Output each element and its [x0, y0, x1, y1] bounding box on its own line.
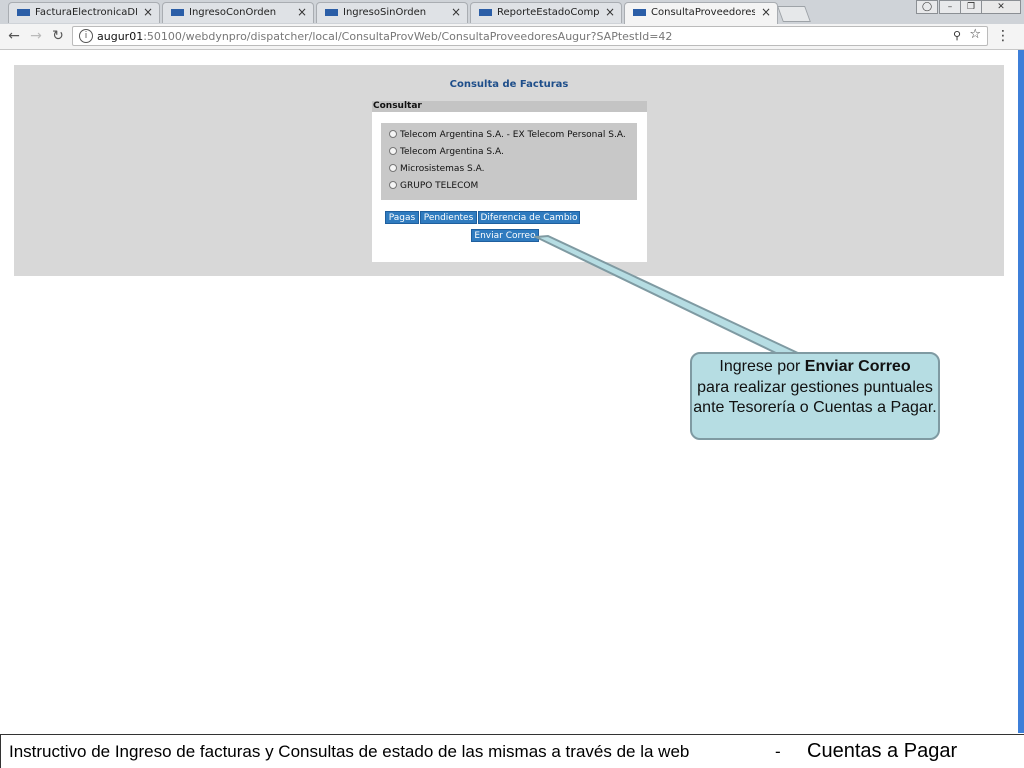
tab-consulta-proveedores[interactable]: ConsultaProveedoresAug × [624, 2, 778, 25]
sap-logo-icon [17, 9, 30, 16]
radio-button[interactable] [389, 163, 397, 172]
sap-logo-icon [633, 9, 646, 16]
radio-option[interactable]: Microsistemas S.A. [389, 163, 485, 174]
radio-button[interactable] [389, 146, 397, 155]
page-scrollbar[interactable] [1018, 50, 1024, 733]
pagas-button[interactable]: Pagas [385, 211, 419, 224]
tab-title: ReporteEstadoComproba [497, 7, 599, 18]
radio-label: Telecom Argentina S.A. - EX Telecom Pers… [400, 130, 626, 140]
diferencia-de-cambio-button[interactable]: Diferencia de Cambio [478, 211, 580, 224]
tab-factura-electronica[interactable]: FacturaElectronicaDES_C × [8, 2, 160, 23]
close-tab-icon[interactable]: × [451, 5, 461, 19]
address-bar[interactable]: i augur01:50100/webdynpro/dispatcher/loc… [72, 26, 988, 46]
tab-title: IngresoConOrden [189, 7, 277, 18]
enviar-correo-button[interactable]: Enviar Correo [471, 229, 539, 242]
url-host: augur01 [97, 30, 144, 43]
close-tab-icon[interactable]: × [761, 5, 771, 19]
url-path: :50100/webdynpro/dispatcher/local/Consul… [143, 30, 673, 43]
tab-title: ConsultaProveedoresAug [651, 7, 755, 18]
provider-radio-group: Telecom Argentina S.A. - EX Telecom Pers… [381, 123, 637, 200]
close-window-icon[interactable]: ✕ [981, 0, 1021, 14]
user-profile-icon[interactable]: ◯ [916, 0, 938, 14]
callout-bold: Enviar Correo [804, 358, 911, 375]
bookmark-star-icon[interactable]: ☆ [969, 27, 981, 42]
consultar-header: Consultar [372, 101, 647, 112]
new-tab-button[interactable] [777, 6, 811, 22]
tab-title: FacturaElectronicaDES_C [35, 7, 137, 18]
browser-menu-icon[interactable]: ⋮ [996, 28, 1010, 44]
sap-logo-icon [479, 9, 492, 16]
radio-button[interactable] [389, 129, 397, 138]
footer-department: Cuentas a Pagar [807, 740, 958, 762]
radio-option[interactable]: Telecom Argentina S.A. [389, 146, 504, 157]
radio-option[interactable]: Telecom Argentina S.A. - EX Telecom Pers… [389, 129, 626, 140]
page-title: Consulta de Facturas [449, 79, 569, 90]
instruction-callout: Ingrese por Enviar Correo para realizar … [690, 352, 940, 440]
tab-ingreso-sin-orden[interactable]: IngresoSinOrden × [316, 2, 468, 23]
key-icon[interactable]: ⚲ [953, 29, 961, 42]
url-text: augur01:50100/webdynpro/dispatcher/local… [97, 30, 672, 43]
sap-logo-icon [325, 9, 338, 16]
radio-option[interactable]: GRUPO TELECOM [389, 180, 479, 191]
consultar-group: Consultar Telecom Argentina S.A. - EX Te… [372, 101, 647, 262]
tab-title: IngresoSinOrden [343, 7, 427, 18]
radio-label: Microsistemas S.A. [400, 164, 485, 174]
slide-footer: Instructivo de Ingreso de facturas y Con… [0, 734, 1024, 768]
callout-text: para realizar gestiones puntuales ante T… [693, 378, 937, 417]
radio-label: GRUPO TELECOM [400, 181, 479, 191]
site-info-icon[interactable]: i [79, 29, 93, 43]
tab-ingreso-con-orden[interactable]: IngresoConOrden × [162, 2, 314, 23]
back-icon[interactable]: ← [5, 27, 23, 45]
forward-icon[interactable]: → [27, 27, 45, 45]
tab-reporte-estado[interactable]: ReporteEstadoComproba × [470, 2, 622, 23]
sap-logo-icon [171, 9, 184, 16]
close-tab-icon[interactable]: × [143, 5, 153, 19]
reload-icon[interactable]: ↻ [49, 27, 67, 45]
footer-text: Instructivo de Ingreso de facturas y Con… [9, 742, 690, 761]
radio-label: Telecom Argentina S.A. [400, 147, 504, 157]
browser-tab-strip: FacturaElectronicaDES_C × IngresoConOrde… [0, 0, 1024, 25]
footer-dash: - [775, 742, 781, 761]
close-tab-icon[interactable]: × [297, 5, 307, 19]
pendientes-button[interactable]: Pendientes [420, 211, 477, 224]
radio-button[interactable] [389, 180, 397, 189]
restore-icon[interactable]: ❐ [960, 0, 982, 14]
callout-prefix: Ingrese por [719, 358, 805, 375]
browser-toolbar: ← → ↻ i augur01:50100/webdynpro/dispatch… [0, 24, 1024, 50]
minimize-icon[interactable]: – [939, 0, 961, 14]
gray-panel: Consulta de Facturas Consultar Telecom A… [14, 65, 1004, 276]
close-tab-icon[interactable]: × [605, 5, 615, 19]
